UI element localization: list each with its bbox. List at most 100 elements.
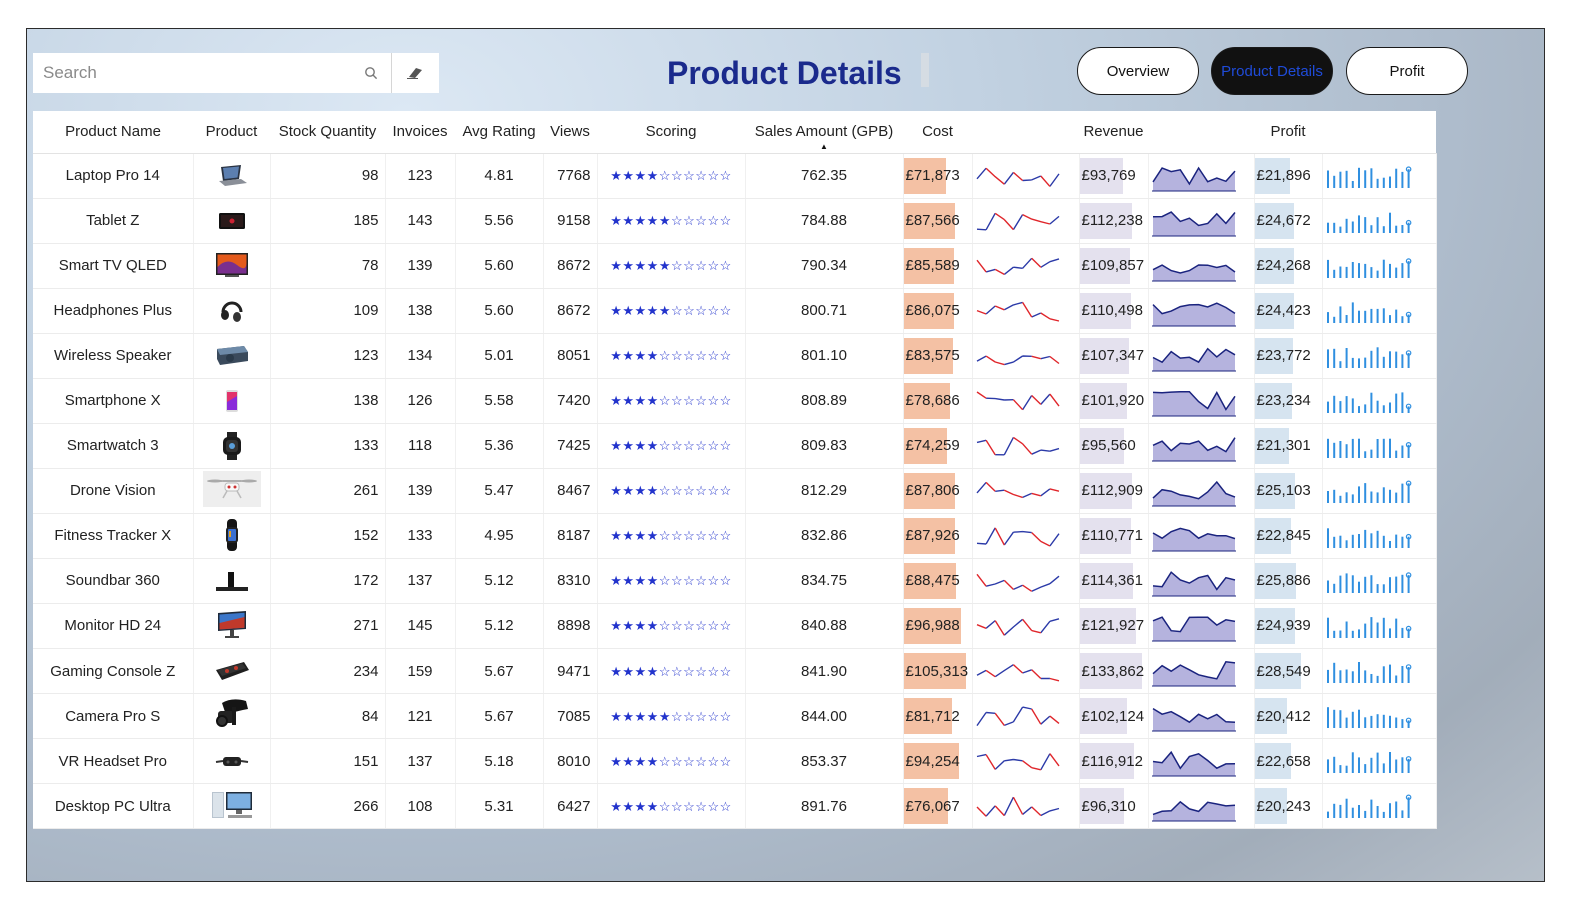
header-views[interactable]: Views: [543, 111, 597, 154]
smartwatch-icon: [203, 427, 261, 465]
cell-avg-rating: 5.36: [455, 423, 544, 469]
text-cursor: [921, 53, 929, 87]
cell-product-name: Drone Vision: [33, 468, 194, 514]
table-row[interactable]: Tablet Z 185 143 5.56 9158 ★★★★★☆☆☆☆☆ 78…: [33, 198, 1437, 244]
header-product-name[interactable]: Product Name: [33, 111, 193, 154]
cell-invoices: 126: [385, 378, 456, 424]
cell-profit-trend: [1322, 558, 1437, 604]
table-header: Product Name Product Stock Quantity Invo…: [33, 111, 1436, 154]
cell-cost: £81,712: [902, 693, 973, 740]
cell-profit-trend: [1322, 288, 1437, 334]
cost-sparkline: [973, 564, 1079, 598]
cell-stock-quantity: 84: [270, 693, 386, 740]
search-input[interactable]: [33, 53, 353, 93]
search-divider: [391, 53, 392, 93]
table-row[interactable]: Headphones Plus 109 138 5.60 8672 ★★★★★☆…: [33, 288, 1437, 334]
table-row[interactable]: Soundbar 360 172 137 5.12 8310 ★★★★☆☆☆☆☆…: [33, 558, 1437, 604]
revenue-sparkline: [1149, 744, 1254, 778]
table-row[interactable]: Monitor HD 24 271 145 5.12 8898 ★★★★☆☆☆☆…: [33, 603, 1437, 650]
cell-avg-rating: 5.60: [455, 288, 544, 334]
profit-sparkline: [1323, 341, 1436, 371]
cell-profit: £22,845: [1253, 513, 1323, 559]
header-profit[interactable]: Profit: [1254, 111, 1322, 154]
cell-avg-rating: 5.60: [455, 243, 544, 289]
table-row[interactable]: Gaming Console Z 234 159 5.67 9471 ★★★★☆…: [33, 648, 1437, 695]
table-row[interactable]: VR Headset Pro 151 137 5.18 8010 ★★★★☆☆☆…: [33, 738, 1437, 785]
profit-value: £21,301: [1256, 437, 1311, 455]
header-profit-trend: [1322, 111, 1436, 154]
cell-views: 7420: [543, 378, 598, 424]
search-box: [33, 53, 439, 93]
cell-revenue: £109,857: [1078, 243, 1149, 289]
revenue-value: £112,238: [1081, 212, 1143, 230]
game-console-icon: [203, 652, 261, 690]
cell-profit-trend: [1322, 423, 1437, 469]
table-row[interactable]: Camera Pro S 84 121 5.67 7085 ★★★★★☆☆☆☆☆…: [33, 693, 1437, 740]
header-stock-quantity[interactable]: Stock Quantity: [270, 111, 385, 154]
cell-cost-trend: [972, 333, 1080, 379]
overview-button[interactable]: Overview: [1077, 47, 1199, 95]
table-row[interactable]: Smart TV QLED 78 139 5.60 8672 ★★★★★☆☆☆☆…: [33, 243, 1437, 289]
table-row[interactable]: Desktop PC Ultra 266 108 5.31 6427 ★★★★☆…: [33, 783, 1437, 830]
cost-sparkline: [973, 699, 1079, 733]
camera-icon: [203, 695, 261, 733]
cell-invoices: 137: [385, 738, 456, 785]
cell-cost-trend: [972, 603, 1080, 650]
cell-product-image: [193, 198, 271, 244]
header-scoring[interactable]: Scoring: [597, 111, 745, 154]
table-row[interactable]: Smartphone X 138 126 5.58 7420 ★★★★☆☆☆☆☆…: [33, 378, 1437, 424]
cell-scoring: ★★★★☆☆☆☆☆☆: [597, 468, 746, 514]
table-row[interactable]: Smartwatch 3 133 118 5.36 7425 ★★★★☆☆☆☆☆…: [33, 423, 1437, 469]
cost-value: £86,075: [905, 302, 960, 320]
profit-sparkline: [1323, 296, 1436, 326]
header-avg-rating[interactable]: Avg Rating: [455, 111, 543, 154]
cost-sparkline: [973, 789, 1079, 823]
cell-profit: £20,243: [1253, 783, 1323, 830]
cell-profit: £21,301: [1253, 423, 1323, 469]
rating-stars: ★★★★☆☆☆☆☆☆: [610, 753, 732, 769]
rating-stars: ★★★★★☆☆☆☆☆: [610, 258, 732, 274]
table-row[interactable]: Laptop Pro 14 98 123 4.81 7768 ★★★★☆☆☆☆☆…: [33, 153, 1437, 199]
cell-product-image: [193, 468, 271, 514]
profit-sparkline: [1323, 521, 1436, 551]
cell-cost: £96,988: [902, 603, 973, 650]
cell-revenue-trend: [1148, 603, 1255, 650]
cell-product-name: Monitor HD 24: [33, 603, 194, 650]
cell-profit: £24,268: [1253, 243, 1323, 289]
revenue-sparkline: [1149, 159, 1254, 193]
cell-product-name: Smartwatch 3: [33, 423, 194, 469]
cell-product-name: Fitness Tracker X: [33, 513, 194, 559]
cell-product-name: Smart TV QLED: [33, 243, 194, 289]
profit-value: £25,103: [1256, 482, 1311, 500]
profit-button[interactable]: Profit: [1346, 47, 1468, 95]
cell-product-image: [193, 513, 271, 559]
table-row[interactable]: Drone Vision 261 139 5.47 8467 ★★★★☆☆☆☆☆…: [33, 468, 1437, 514]
header-sales-amount[interactable]: Sales Amount (GPB) ▲: [745, 111, 903, 154]
header-revenue[interactable]: Revenue: [1079, 111, 1148, 154]
smartphone-icon: [203, 382, 261, 420]
cell-revenue-trend: [1148, 198, 1255, 244]
cell-scoring: ★★★★☆☆☆☆☆☆: [597, 423, 746, 469]
cost-value: £83,575: [905, 347, 960, 365]
cell-revenue: £95,560: [1078, 423, 1149, 469]
table-row[interactable]: Fitness Tracker X 152 133 4.95 8187 ★★★★…: [33, 513, 1437, 559]
header-product[interactable]: Product: [193, 111, 270, 154]
product-details-button[interactable]: Product Details: [1211, 47, 1333, 95]
cost-value: £87,806: [905, 482, 960, 500]
cell-profit: £21,896: [1253, 153, 1323, 199]
cost-value: £94,254: [905, 752, 960, 770]
cell-product-name: Tablet Z: [33, 198, 194, 244]
profit-sparkline: [1323, 206, 1436, 236]
profit-value: £24,672: [1256, 212, 1311, 230]
cell-product-image: [193, 423, 271, 469]
header-cost[interactable]: Cost: [903, 111, 972, 154]
table-row[interactable]: Wireless Speaker 123 134 5.01 8051 ★★★★☆…: [33, 333, 1437, 379]
cell-profit-trend: [1322, 648, 1437, 695]
eraser-icon[interactable]: [405, 63, 425, 83]
revenue-sparkline: [1149, 699, 1254, 733]
cell-cost-trend: [972, 783, 1080, 830]
header-invoices[interactable]: Invoices: [385, 111, 455, 154]
cell-revenue: £114,361: [1078, 558, 1149, 604]
search-icon[interactable]: [361, 63, 381, 83]
cell-stock-quantity: 151: [270, 738, 386, 785]
